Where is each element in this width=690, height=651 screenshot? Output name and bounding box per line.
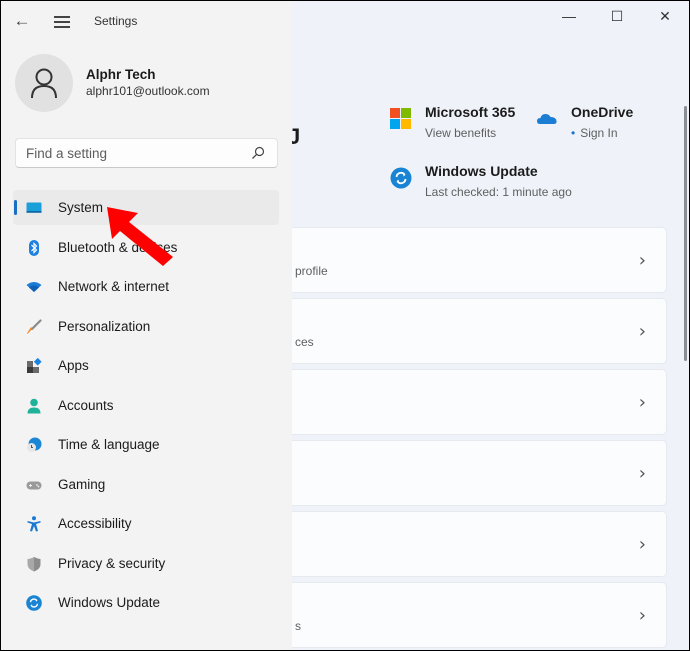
tile-subtitle: View benefits	[425, 126, 497, 140]
close-button[interactable]: ✕	[641, 1, 689, 31]
onedrive-cloud-icon	[536, 108, 558, 130]
hamburger-menu-button[interactable]	[51, 10, 73, 32]
maximize-button[interactable]: ☐	[593, 1, 641, 31]
sidebar-item-label: Windows Update	[58, 595, 161, 610]
sidebar-item-label: Gaming	[58, 476, 106, 492]
windows-update-icon	[390, 167, 412, 189]
chevron-right-icon: ›	[638, 392, 646, 413]
time-language-icon	[27, 437, 42, 452]
microsoft-365-tile[interactable]: Microsoft 365 View benefits	[390, 103, 515, 142]
wifi-icon	[26, 282, 42, 292]
bluetooth-icon	[29, 239, 39, 256]
windows-update-tile[interactable]: Windows Update Last checked: 1 minute ag…	[390, 162, 572, 201]
accessibility-icon	[27, 516, 41, 532]
sidebar-item-personalization[interactable]: Personalization	[13, 309, 279, 344]
sidebar-item-label: Accounts	[58, 397, 114, 413]
hamburger-icon	[54, 26, 70, 28]
sidebar-item-network[interactable]: Network & internet	[13, 269, 279, 304]
card-subtitle: profile	[295, 264, 328, 278]
tile-title: OneDrive	[571, 104, 634, 120]
chevron-right-icon: ›	[638, 250, 646, 271]
caption-buttons: — ☐ ✕	[545, 1, 689, 31]
search-icon[interactable]	[251, 146, 265, 160]
card-subtitle: ces	[295, 335, 314, 349]
shield-icon	[27, 556, 41, 571]
sidebar-item-time-language[interactable]: Time & language	[13, 427, 279, 462]
sidebar-item-label: Privacy & security	[58, 555, 166, 571]
chevron-right-icon: ›	[638, 605, 646, 626]
apps-icon	[27, 358, 42, 373]
hamburger-icon	[54, 21, 70, 23]
minimize-button[interactable]: —	[545, 1, 593, 31]
card-subtitle: s	[295, 619, 301, 633]
accounts-icon	[27, 398, 41, 413]
search-box	[15, 138, 278, 168]
chevron-right-icon: ›	[638, 463, 646, 484]
sidebar-item-label: Accessibility	[58, 516, 132, 531]
navigation-pane: ← Settings Alphr Tech alphr101@outlook.c…	[1, 1, 292, 650]
system-icon	[26, 202, 42, 213]
microsoft-logo-icon	[390, 108, 412, 130]
back-button[interactable]: ←	[11, 10, 33, 32]
gamepad-icon	[26, 481, 42, 489]
sidebar-item-accessibility[interactable]: Accessibility	[13, 506, 279, 541]
sidebar-item-accounts[interactable]: Accounts	[13, 388, 279, 423]
chevron-right-icon: ›	[638, 534, 646, 555]
sidebar-item-label: Time & language	[58, 437, 160, 452]
profile-name: Alphr Tech	[86, 67, 156, 82]
sidebar-item-apps[interactable]: Apps	[13, 348, 279, 383]
sidebar-item-label: System	[58, 200, 104, 215]
onedrive-tile[interactable]: OneDrive Sign In	[536, 103, 633, 142]
sidebar-item-windows-update[interactable]: Windows Update	[13, 585, 279, 620]
red-annotation-arrow	[107, 207, 173, 266]
tile-title: Microsoft 365	[425, 104, 516, 120]
vertical-scrollbar[interactable]	[684, 106, 687, 361]
sidebar-item-label: Network & internet	[58, 279, 170, 294]
windows-update-icon	[26, 595, 42, 611]
brush-icon	[27, 318, 42, 334]
profile-email: alphr101@outlook.com	[86, 84, 210, 98]
sidebar-item-gaming[interactable]: Gaming	[13, 467, 279, 502]
hamburger-icon	[54, 16, 70, 18]
tile-title: Windows Update	[425, 163, 538, 179]
back-arrow-icon: ←	[13, 11, 31, 30]
sidebar-item-label: Personalization	[58, 318, 151, 334]
title-bar: ← Settings	[1, 1, 292, 41]
settings-window: — ☐ ✕ J Microsoft 365 View benefits OneD…	[1, 1, 689, 650]
user-profile[interactable]: Alphr Tech alphr101@outlook.com	[15, 54, 210, 112]
avatar	[15, 54, 73, 112]
search-input[interactable]	[26, 144, 246, 162]
chevron-right-icon: ›	[638, 321, 646, 342]
person-icon	[31, 68, 57, 99]
sidebar-item-privacy-security[interactable]: Privacy & security	[13, 546, 279, 581]
tile-subtitle: Last checked: 1 minute ago	[425, 185, 572, 199]
app-title: Settings	[94, 14, 138, 28]
onedrive-sign-in-link[interactable]: Sign In	[571, 124, 633, 142]
sidebar-item-label: Apps	[58, 358, 89, 373]
